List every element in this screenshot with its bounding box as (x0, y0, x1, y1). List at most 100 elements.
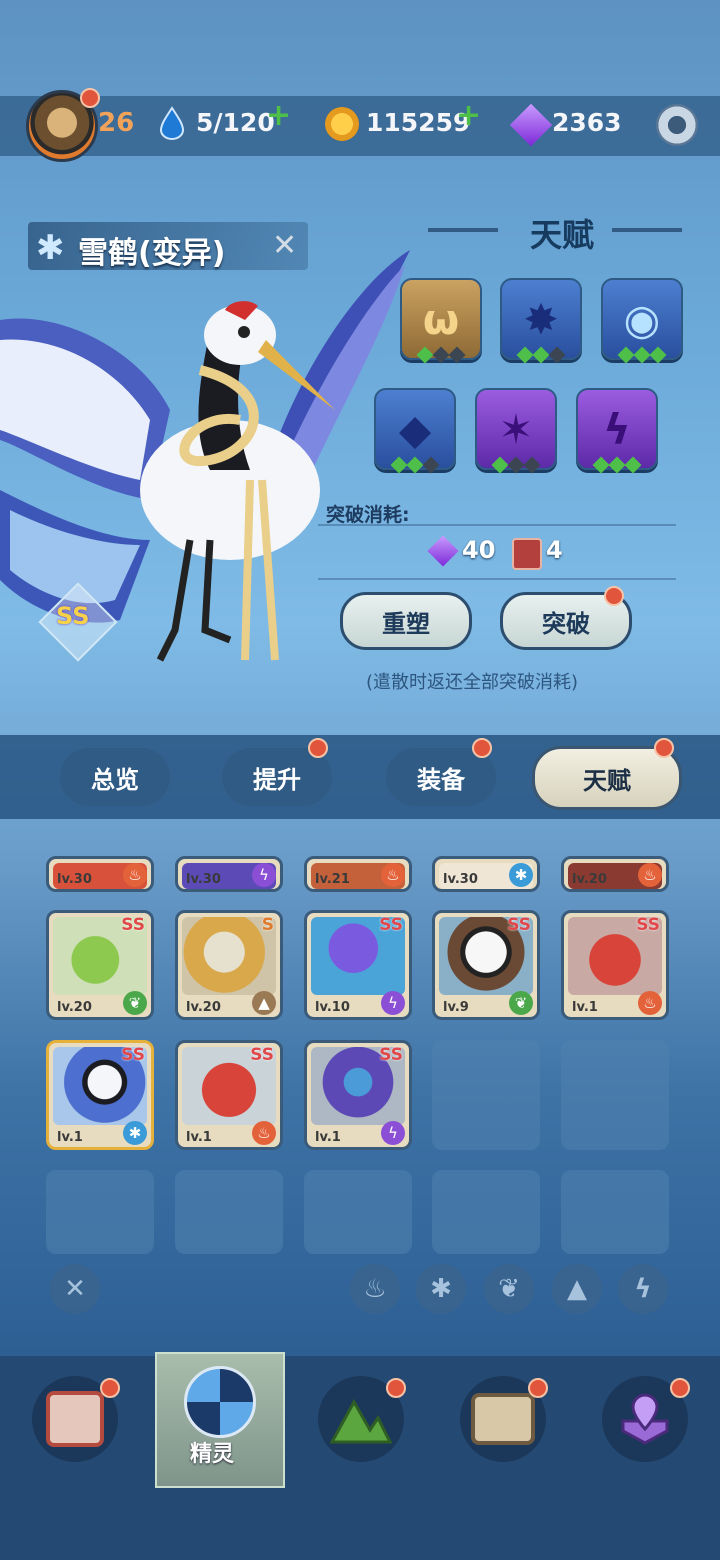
card-level: lv.20 (57, 1000, 92, 1015)
add-stamina-button[interactable]: + (266, 98, 291, 133)
tab-upgrade-label: 提升 (253, 765, 301, 794)
creature-card[interactable]: lv.21 ♨ (304, 856, 412, 892)
tab-overview-label: 总览 (91, 765, 139, 794)
add-gold-button[interactable]: + (456, 98, 481, 133)
gem-cost-icon (427, 535, 459, 567)
creature-card[interactable]: SS lv.1 ♨ (561, 910, 669, 1020)
card-level: lv.30 (443, 872, 478, 887)
card-level: lv.20 (186, 1000, 221, 1015)
ice-icon: ✱ (123, 1121, 147, 1145)
creature-card[interactable]: SS lv.1 ♨ (175, 1040, 283, 1150)
card-level: lv.30 (186, 872, 221, 887)
nav-creature-label: 精灵 (190, 1442, 235, 1467)
breakthrough-notification-dot (604, 586, 624, 606)
fire-icon: ♨ (123, 863, 147, 887)
tab-equipment-label: 装备 (417, 765, 465, 794)
card-level: lv.1 (186, 1130, 212, 1145)
lightning-icon: ϟ (381, 1121, 405, 1145)
empty-slot (432, 1040, 540, 1150)
card-rank: SS (379, 915, 403, 935)
talent-notification-dot (654, 738, 674, 758)
empty-slot (561, 1040, 669, 1150)
stamina-value: 5/120 (196, 108, 275, 137)
earth-icon: ▲ (567, 1274, 587, 1304)
avatar-notification-dot (80, 88, 100, 108)
title-ornament-left (428, 228, 498, 232)
card-rank: SS (507, 915, 531, 935)
nav-notification-dot (528, 1378, 548, 1398)
creature-card[interactable]: S lv.20 ▲ (175, 910, 283, 1020)
card-level: lv.30 (57, 872, 92, 887)
creature-card-selected[interactable]: SS lv.1 ✱ (46, 1040, 154, 1150)
mountain-icon (330, 1398, 392, 1444)
lightning-icon: ϟ (634, 1274, 652, 1304)
ice-icon: ✱ (509, 863, 533, 887)
filter-ice-button[interactable]: ✱ (416, 1264, 466, 1314)
chest-icon (471, 1393, 535, 1445)
empty-slot (432, 1170, 540, 1254)
close-icon: ✕ (64, 1274, 86, 1304)
filter-fire-button[interactable]: ♨ (350, 1264, 400, 1314)
reshape-button-label: 重塑 (382, 609, 430, 638)
book-cost-value: 4 (546, 536, 563, 564)
talent-2-stars (500, 346, 582, 365)
talent-5-stars (475, 456, 557, 475)
fire-icon: ♨ (638, 991, 662, 1015)
creature-card[interactable]: lv.20 ♨ (561, 856, 669, 892)
creature-card[interactable]: SS lv.20 ❦ (46, 910, 154, 1020)
rank-badge-label: SS (56, 602, 90, 630)
card-level: lv.1 (57, 1130, 83, 1145)
empty-slot (46, 1170, 154, 1254)
talent-4-stars (374, 456, 456, 475)
card-rank: SS (636, 915, 660, 935)
fire-icon: ♨ (381, 863, 405, 887)
card-rank: SS (250, 1045, 274, 1065)
creature-card[interactable]: SS lv.10 ϟ (304, 910, 412, 1020)
leaf-icon: ❦ (509, 991, 533, 1015)
talent-6-stars (576, 456, 658, 475)
tab-overview[interactable]: 总览 (60, 748, 170, 806)
card-level: lv.21 (315, 872, 350, 887)
fire-icon: ♨ (638, 863, 662, 887)
filter-earth-button[interactable]: ▲ (552, 1264, 602, 1314)
card-rank: SS (379, 1045, 403, 1065)
creature-card[interactable]: lv.30 ✱ (432, 856, 540, 892)
nav-notification-dot (386, 1378, 406, 1398)
tab-talent-label: 天赋 (583, 766, 631, 795)
reshape-button[interactable]: 重塑 (340, 592, 472, 650)
empty-slot (304, 1170, 412, 1254)
creature-card[interactable]: lv.30 ♨ (46, 856, 154, 892)
filter-lightning-button[interactable]: ϟ (618, 1264, 668, 1314)
card-level: lv.20 (572, 872, 607, 887)
water-drop-icon (159, 106, 185, 140)
refund-note: (遣散时返还全部突破消耗) (366, 672, 579, 693)
talent-1-stars (400, 346, 482, 365)
fire-icon: ♨ (252, 1121, 276, 1145)
card-rank: SS (121, 915, 145, 935)
card-level: lv.1 (572, 1000, 598, 1015)
talent-title: 天赋 (530, 216, 595, 254)
breakthrough-button-label: 突破 (542, 609, 590, 638)
gold-coin-icon (325, 107, 359, 141)
upgrade-notification-dot (308, 738, 328, 758)
divider (318, 524, 676, 526)
settings-gear-icon[interactable] (656, 104, 698, 146)
nav-notification-dot (100, 1378, 120, 1398)
leaf-icon: ❦ (123, 991, 147, 1015)
lightning-icon: ϟ (381, 991, 405, 1015)
gold-value: 115259 (366, 108, 471, 137)
card-rank: SS (121, 1045, 145, 1065)
nav-notification-dot (670, 1378, 690, 1398)
creature-card[interactable]: SS lv.1 ϟ (304, 1040, 412, 1150)
creature-card[interactable]: SS lv.9 ❦ (432, 910, 540, 1020)
empty-slot (561, 1170, 669, 1254)
card-level: lv.1 (315, 1130, 341, 1145)
gem-cost-value: 40 (462, 536, 496, 564)
console-icon (46, 1391, 104, 1447)
ice-icon: ✱ (430, 1274, 452, 1304)
clear-filter-button[interactable]: ✕ (50, 1264, 100, 1314)
creature-card[interactable]: lv.30 ϟ (175, 856, 283, 892)
filter-leaf-button[interactable]: ❦ (484, 1264, 534, 1314)
leaf-icon: ❦ (498, 1274, 520, 1304)
player-level: 26 (98, 108, 135, 138)
